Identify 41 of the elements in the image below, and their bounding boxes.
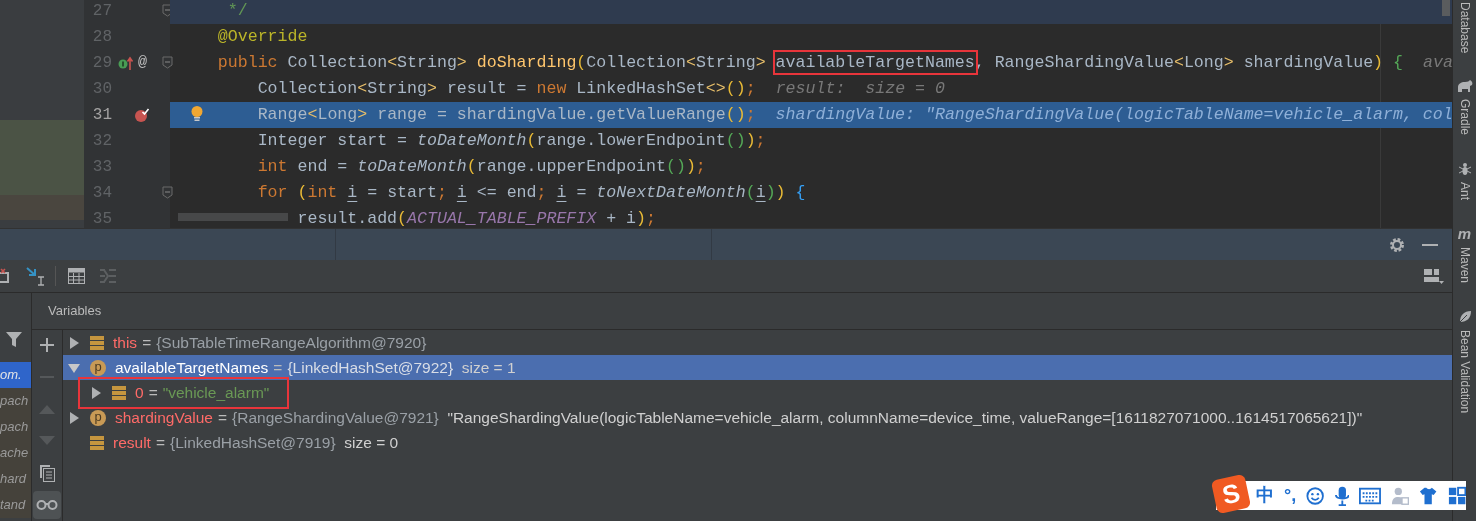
annotation-marker[interactable]: @	[138, 51, 147, 75]
tool-window-tab[interactable]: Gradle	[1455, 99, 1474, 136]
variable-label: availableTargetNames = {LinkedHashSet@7922} size = 1	[115, 357, 516, 378]
code-line: @Override	[217, 25, 308, 48]
panel-title: Variables	[48, 302, 102, 321]
frame-item[interactable]: tand	[0, 492, 31, 518]
parameter-badge: p	[90, 359, 106, 376]
punctuation-toggle[interactable]: °,	[1284, 482, 1297, 509]
variable-row[interactable]: result = {LinkedHashSet@7919} size = 0	[63, 430, 1452, 455]
inline-hint: ava	[1423, 51, 1452, 74]
ime-mode-toggle[interactable]: 中	[1256, 482, 1274, 509]
variable-label: 0 = "vehicle_alarm"	[135, 382, 270, 403]
tool-window-tab[interactable]: Maven	[1455, 247, 1474, 284]
code-line: int end = toDateMonth(range.upperEndpoint());	[257, 155, 706, 178]
tool-window-tab[interactable]: Ant	[1455, 182, 1474, 201]
frame-item[interactable]: pach	[0, 388, 31, 414]
variable-label: this = {SubTableTimeRangeAlgorithm@7920}	[113, 332, 427, 353]
maven-icon: m	[1457, 227, 1472, 242]
inline-hint: result: size = 0	[775, 77, 945, 100]
code-line: Integer start = toDateMonth(range.lowerEndpoint());	[257, 129, 766, 152]
variable-label: result = {LinkedHashSet@7919} size = 0	[113, 432, 399, 453]
frame-item[interactable]: pach	[0, 414, 31, 440]
tool-window-tab[interactable]: Bean Validation	[1455, 330, 1474, 414]
code-line: Range<Long> range = shardingValue.getValueRange();	[257, 103, 756, 126]
line-number: 31	[91, 105, 112, 126]
parameter-badge: p	[90, 409, 106, 426]
frame-item[interactable]: hard	[0, 466, 31, 492]
code-line: result.add(ACTUAL_TABLE_PREFIX + i);	[297, 207, 657, 228]
frame-item[interactable]: ache	[0, 440, 31, 466]
variable-row[interactable]: p availableTargetNames = {LinkedHashSet@7922} size = 1	[63, 355, 1452, 380]
code-line: Collection<String> result = new LinkedHashSet<>();	[257, 77, 756, 100]
ime-logo[interactable]: S	[1210, 473, 1252, 515]
code-line: */	[227, 0, 248, 22]
frame-item[interactable]: om.	[0, 362, 31, 388]
inline-hint: shardingValue: "RangeShardingValue(logicTableName=vehicle_alarm, col	[775, 103, 1452, 126]
tool-window-tab[interactable]: Database	[1455, 2, 1474, 54]
variable-row[interactable]: 0 = "vehicle_alarm"	[63, 380, 1452, 405]
code-line: for (int i = start; i <= end; i = toNextDateMonth(i)) {	[257, 181, 806, 204]
variable-row[interactable]: this = {SubTableTimeRangeAlgorithm@7920}	[63, 330, 1452, 355]
variable-label: shardingValue = {RangeShardingValue@7921} "RangeShardingValue(logicTableName=vehicle_alarm, columnName=device_time, valueRange=[1611827071000..1614517065621])"	[115, 407, 1363, 428]
variable-row[interactable]: p shardingValue = {RangeShardingValue@7921} "RangeShardingValue(logicTableName=vehicle_alarm, columnName=device_time, valueRange=[1611827071000..1614517065621])"	[63, 405, 1452, 430]
